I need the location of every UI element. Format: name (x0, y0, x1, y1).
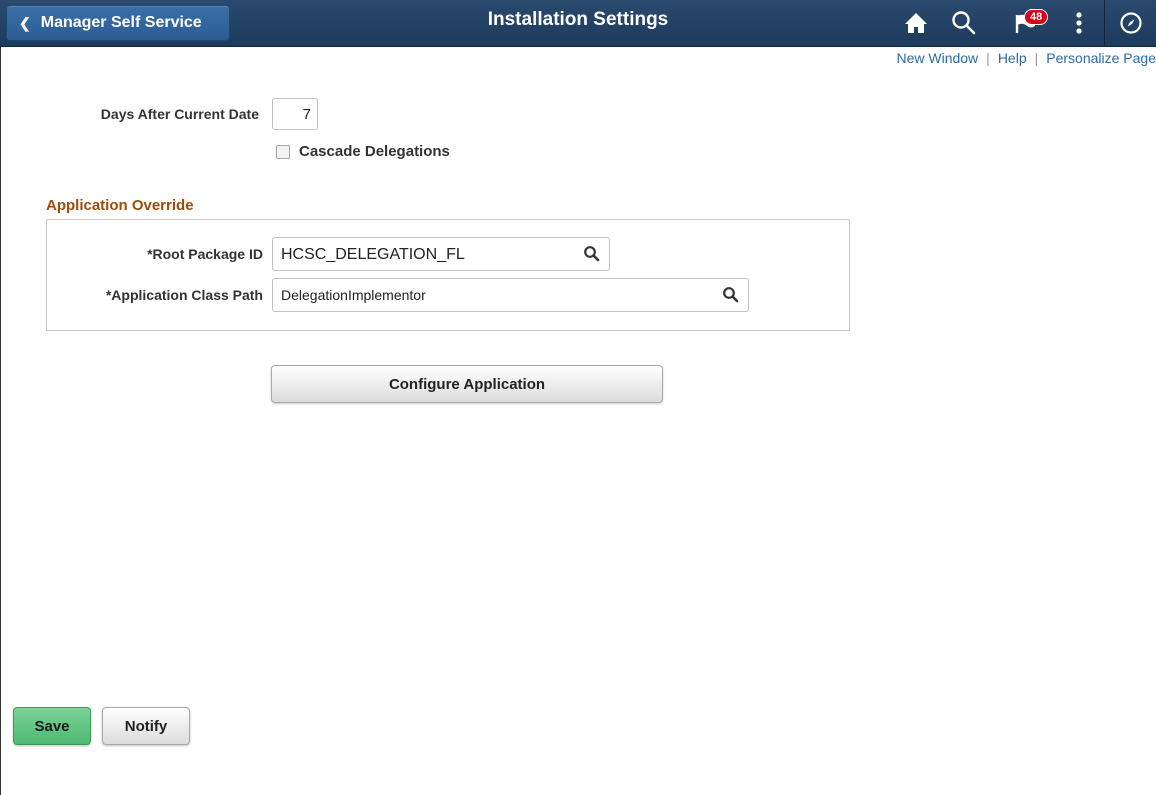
days-after-current-date-input[interactable]: 7 (272, 98, 318, 130)
personalize-page-link[interactable]: Personalize Page (1046, 50, 1156, 66)
application-class-path-input[interactable]: DelegationImplementor (272, 278, 749, 312)
root-package-lookup-icon[interactable] (583, 245, 601, 263)
application-override-group (46, 219, 850, 331)
home-icon[interactable] (896, 0, 936, 46)
application-class-path-value: DelegationImplementor (281, 287, 426, 303)
class-path-lookup-icon[interactable] (722, 286, 740, 304)
new-window-link[interactable]: New Window (896, 50, 978, 66)
application-class-path-label: *Application Class Path (105, 287, 263, 303)
help-link[interactable]: Help (998, 50, 1027, 66)
root-package-id-input[interactable]: HCSC_DELEGATION_FL (272, 237, 610, 271)
application-override-heading: Application Override (46, 197, 194, 214)
save-button[interactable]: Save (13, 707, 91, 745)
root-package-id-label: *Root Package ID (147, 246, 263, 262)
days-after-current-date-label: Days After Current Date (100, 106, 259, 122)
actions-menu-icon[interactable] (1064, 0, 1094, 46)
page-left-border (0, 0, 1, 795)
page-link-bar: New Window | Help | Personalize Page (896, 50, 1156, 70)
navbar-compass-icon[interactable] (1106, 0, 1156, 46)
root-package-id-value: HCSC_DELEGATION_FL (281, 246, 465, 263)
configure-application-button[interactable]: Configure Application (271, 365, 663, 403)
cascade-delegations-label: Cascade Delegations (299, 143, 450, 160)
link-separator: | (986, 50, 990, 66)
search-icon[interactable] (944, 0, 984, 46)
notify-button[interactable]: Notify (102, 707, 190, 745)
header-banner: ❮ Manager Self Service Installation Sett… (0, 0, 1156, 47)
cascade-delegations-checkbox[interactable] (276, 145, 290, 159)
header-divider (1104, 0, 1105, 46)
notification-badge: 48 (1024, 9, 1049, 25)
link-separator: | (1034, 50, 1039, 66)
